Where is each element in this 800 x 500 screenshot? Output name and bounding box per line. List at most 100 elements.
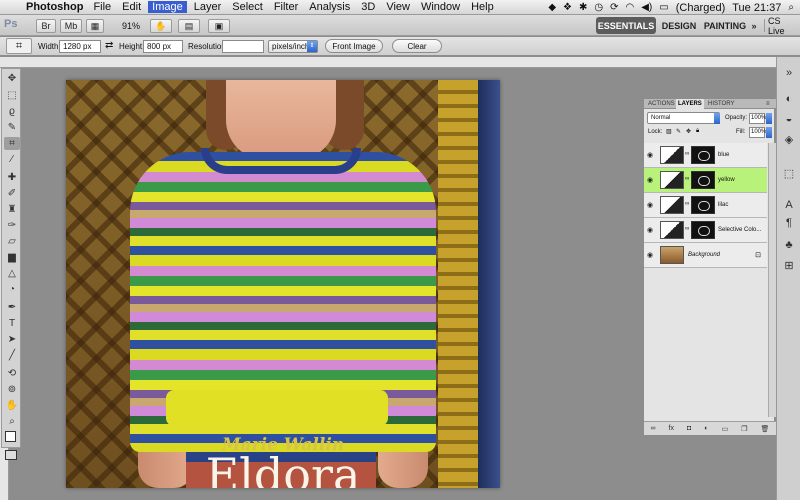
marquee-icon[interactable]: ⬚ <box>4 89 20 102</box>
3d-panel-icon[interactable]: ⬚ <box>780 165 798 181</box>
layer-style-icon[interactable]: fx <box>669 425 674 432</box>
layer-row-blue[interactable]: ◉ ∞ blue <box>644 143 767 168</box>
adobe-menulet-icon[interactable]: ◆ <box>548 2 556 13</box>
tab-history[interactable]: HISTORY <box>706 99 736 109</box>
menu-view[interactable]: View <box>386 1 410 13</box>
front-image-button[interactable]: Front Image <box>325 39 383 53</box>
hand-tool-button[interactable]: ✋ <box>150 19 172 33</box>
quick-mask-icon[interactable] <box>5 450 17 460</box>
adjustments-panel-icon[interactable]: ◒ <box>780 111 798 127</box>
resolution-unit-select[interactable]: pixels/inch ⇕ <box>268 40 318 53</box>
document-canvas[interactable]: Marie Wallin Eldora <box>66 80 500 488</box>
eraser-icon[interactable]: ▱ <box>4 235 20 248</box>
time-machine-icon[interactable]: ◷ <box>594 2 603 13</box>
layer-mask-thumbnail[interactable] <box>691 171 715 189</box>
paragraph-panel-icon[interactable]: ¶ <box>780 215 798 231</box>
link-layers-icon[interactable]: ∞ <box>651 425 656 432</box>
layer-row-yellow[interactable]: ◉ ∞ yellow <box>644 168 767 193</box>
mask-link-icon[interactable]: ∞ <box>685 176 689 182</box>
tab-actions[interactable]: ACTIONS <box>646 99 677 109</box>
spotlight-icon[interactable]: ⌕ <box>788 2 794 13</box>
panel-menu-icon[interactable]: ≡ <box>764 99 772 109</box>
menu-file[interactable]: File <box>93 1 111 13</box>
zoom-level[interactable]: 91% <box>118 19 148 33</box>
3d-orbit-icon[interactable]: ⊚ <box>4 383 20 396</box>
swap-dimensions-icon[interactable]: ⇄ <box>105 40 113 51</box>
layers-scrollbar[interactable] <box>768 143 776 417</box>
zoom-icon[interactable]: ⌕ <box>4 415 20 428</box>
new-group-icon[interactable]: ▭ <box>722 425 729 433</box>
add-mask-icon[interactable]: ◘ <box>687 425 691 432</box>
clone-stamp-icon[interactable]: ♜ <box>4 203 20 216</box>
lock-position-icon[interactable]: ✥ <box>686 128 691 135</box>
blend-mode-select[interactable]: Normal <box>647 112 720 124</box>
new-adjustment-icon[interactable]: ◐ <box>704 425 708 432</box>
path-select-icon[interactable]: ➤ <box>4 333 20 346</box>
sync-icon[interactable]: ⟳ <box>610 2 618 13</box>
visibility-eye-icon[interactable]: ◉ <box>647 176 653 184</box>
menu-edit[interactable]: Edit <box>122 1 141 13</box>
move-icon[interactable]: ✥ <box>4 72 20 85</box>
mask-link-icon[interactable]: ∞ <box>685 201 689 207</box>
bluetooth-icon[interactable]: ✱ <box>579 2 587 13</box>
dock-collapse-icon[interactable]: » <box>780 65 798 81</box>
opacity-arrows-icon[interactable] <box>766 113 772 124</box>
volume-icon[interactable]: ◀) <box>641 2 652 13</box>
type-icon[interactable]: T <box>4 317 20 330</box>
layer-row-background[interactable]: ◉ Background ⊡ <box>644 243 767 268</box>
layer-mask-thumbnail[interactable] <box>691 196 715 214</box>
dropbox-icon[interactable]: ❖ <box>563 2 572 13</box>
character-panel-icon[interactable]: A <box>780 197 798 213</box>
resolution-field[interactable] <box>222 40 264 53</box>
menu-select[interactable]: Select <box>232 1 263 13</box>
screen-mode-button[interactable]: ▣ <box>208 19 230 33</box>
layer-row-selective-color[interactable]: ◉ ∞ Selective Colo... <box>644 218 767 243</box>
crop-icon[interactable]: ⌗ <box>4 137 20 150</box>
healing-icon[interactable]: ✚ <box>4 171 20 184</box>
layers-panel-icon[interactable]: ◈ <box>780 131 798 147</box>
quick-select-icon[interactable]: ✎ <box>4 121 20 134</box>
workspace-painting[interactable]: PAINTING <box>703 17 747 34</box>
menubar-clock[interactable]: Tue 21:37 <box>732 2 781 14</box>
lasso-icon[interactable]: ϱ <box>4 105 20 118</box>
gradient-icon[interactable]: ▆ <box>4 251 20 264</box>
eyedropper-icon[interactable]: ⁄ <box>4 153 20 166</box>
menu-analysis[interactable]: Analysis <box>309 1 350 13</box>
menu-filter[interactable]: Filter <box>274 1 298 13</box>
workspace-essentials[interactable]: ESSENTIALS <box>596 17 656 34</box>
menu-layer[interactable]: Layer <box>194 1 222 13</box>
3d-rotate-icon[interactable]: ⟲ <box>4 367 20 380</box>
crop-tool-preset-icon[interactable]: ⌗ <box>6 38 32 54</box>
lock-transparent-icon[interactable]: ▧ <box>666 128 672 135</box>
visibility-eye-icon[interactable]: ◉ <box>647 201 653 209</box>
menu-image[interactable]: Image <box>148 1 187 13</box>
hand-icon[interactable]: ✋ <box>4 399 20 412</box>
mask-link-icon[interactable]: ∞ <box>685 151 689 157</box>
width-field[interactable]: 1280 px <box>59 40 101 53</box>
layer-mask-thumbnail[interactable] <box>691 221 715 239</box>
fill-arrows-icon[interactable] <box>766 127 772 138</box>
bridge-button[interactable]: Br <box>36 19 56 33</box>
app-menu[interactable]: Photoshop <box>26 1 83 13</box>
battery-icon[interactable]: ▭ <box>659 2 668 13</box>
clear-button[interactable]: Clear <box>392 39 442 53</box>
extras-button[interactable]: ▦ <box>86 19 104 33</box>
shape-icon[interactable]: ╱ <box>4 349 20 362</box>
menu-3d[interactable]: 3D <box>361 1 375 13</box>
lock-image-icon[interactable]: ✎ <box>676 128 681 135</box>
history-brush-icon[interactable]: ✑ <box>4 219 20 232</box>
menu-window[interactable]: Window <box>421 1 460 13</box>
height-field[interactable]: 800 px <box>143 40 183 53</box>
visibility-eye-icon[interactable]: ◉ <box>647 151 653 159</box>
menu-help[interactable]: Help <box>471 1 494 13</box>
brush-icon[interactable]: ✐ <box>4 187 20 200</box>
clone-source-panel-icon[interactable]: ♣ <box>780 237 798 253</box>
pen-icon[interactable]: ✒ <box>4 301 20 314</box>
fill-field[interactable]: 100% <box>749 127 766 138</box>
horizontal-ruler[interactable] <box>0 57 776 68</box>
mini-bridge-button[interactable]: Mb <box>60 19 82 33</box>
wifi-icon[interactable]: ◠ <box>626 2 635 13</box>
more-workspaces-button[interactable]: » <box>748 17 760 34</box>
new-layer-icon[interactable]: ❐ <box>741 425 747 433</box>
visibility-eye-icon[interactable]: ◉ <box>647 251 653 259</box>
